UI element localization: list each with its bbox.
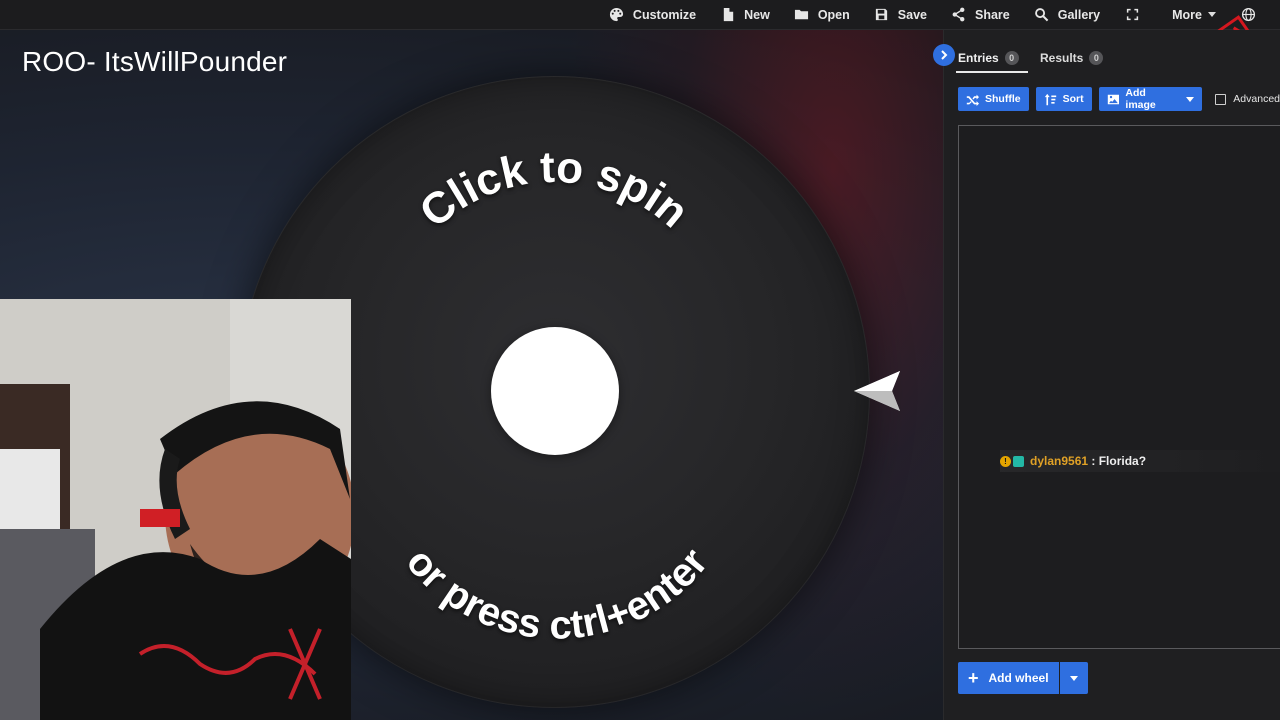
- add-wheel-button[interactable]: + Add wheel: [958, 662, 1059, 694]
- plus-icon: +: [968, 668, 979, 688]
- entries-count-badge: 0: [1004, 51, 1019, 65]
- share-button[interactable]: Share: [939, 0, 1022, 30]
- caret-down-icon: [1186, 96, 1195, 102]
- fullscreen-icon: [1124, 7, 1140, 23]
- webcam-overlay: [0, 299, 351, 720]
- sub-badge-icon: !: [1000, 455, 1011, 467]
- entries-textarea[interactable]: [958, 125, 1280, 649]
- entries-actions: Shuffle Sort Add image Advanced: [958, 87, 1280, 111]
- chat-username: dylan9561: [1030, 454, 1089, 468]
- file-icon: [720, 7, 736, 23]
- add-wheel-label: Add wheel: [988, 671, 1049, 685]
- sort-label: Sort: [1062, 93, 1084, 105]
- caret-down-icon: [1069, 675, 1078, 681]
- share-label: Share: [974, 7, 1010, 22]
- shuffle-label: Shuffle: [985, 93, 1021, 105]
- stream-title: ROO- ItsWillPounder: [22, 46, 288, 77]
- add-wheel-group: + Add wheel: [958, 662, 1088, 694]
- results-count-badge: 0: [1089, 51, 1104, 65]
- sort-icon: [1044, 93, 1056, 105]
- tab-results-label: Results: [1040, 51, 1084, 65]
- tab-entries-label: Entries: [958, 51, 999, 65]
- fullscreen-button[interactable]: [1112, 0, 1160, 30]
- chat-separator: :: [1088, 454, 1099, 468]
- top-toolbar: Customize New Open Save Share Gallery Mo…: [0, 0, 1280, 30]
- open-button[interactable]: Open: [782, 0, 862, 30]
- save-label: Save: [897, 7, 927, 22]
- save-icon: [874, 7, 890, 23]
- panel-tabs: Entries 0 Results 0: [944, 44, 1280, 72]
- app-root: Customize New Open Save Share Gallery Mo…: [0, 0, 1280, 720]
- save-button[interactable]: Save: [862, 0, 939, 30]
- bits-badge-icon: [1013, 455, 1024, 467]
- palette-icon: [609, 7, 625, 23]
- wheel-hub[interactable]: [491, 327, 619, 455]
- advanced-checkbox[interactable]: Advanced: [1215, 93, 1280, 105]
- add-image-button[interactable]: Add image: [1098, 87, 1203, 111]
- gallery-label: Gallery: [1057, 7, 1101, 22]
- gallery-button[interactable]: Gallery: [1022, 0, 1112, 30]
- folder-icon: [794, 7, 810, 23]
- wheel-pointer-icon: [854, 371, 900, 411]
- checkbox-box: [1215, 93, 1227, 105]
- new-label: New: [744, 7, 770, 22]
- sort-button[interactable]: Sort: [1035, 87, 1092, 111]
- new-button[interactable]: New: [708, 0, 782, 30]
- add-wheel-dropdown[interactable]: [1059, 662, 1088, 694]
- tab-entries[interactable]: Entries 0: [958, 44, 1019, 72]
- entries-panel: Entries 0 Results 0 Shuffle Sort Add ima…: [933, 30, 1280, 720]
- chat-message: Florida?: [1098, 454, 1147, 468]
- chat-message-overlay: ! dylan9561 : Florida?: [1000, 450, 1280, 472]
- share-icon: [951, 7, 967, 23]
- shuffle-button[interactable]: Shuffle: [958, 87, 1029, 111]
- advanced-label: Advanced: [1233, 93, 1280, 105]
- customize-button[interactable]: Customize: [597, 0, 708, 30]
- image-icon: [1107, 94, 1119, 104]
- search-icon: [1034, 7, 1050, 23]
- add-image-label: Add image: [1125, 87, 1156, 111]
- webcam-image: [0, 299, 351, 720]
- active-tab-indicator: [956, 71, 1028, 73]
- customize-label: Customize: [632, 7, 697, 22]
- tab-results[interactable]: Results 0: [1040, 44, 1104, 72]
- shuffle-icon: [966, 94, 979, 106]
- open-label: Open: [817, 7, 850, 22]
